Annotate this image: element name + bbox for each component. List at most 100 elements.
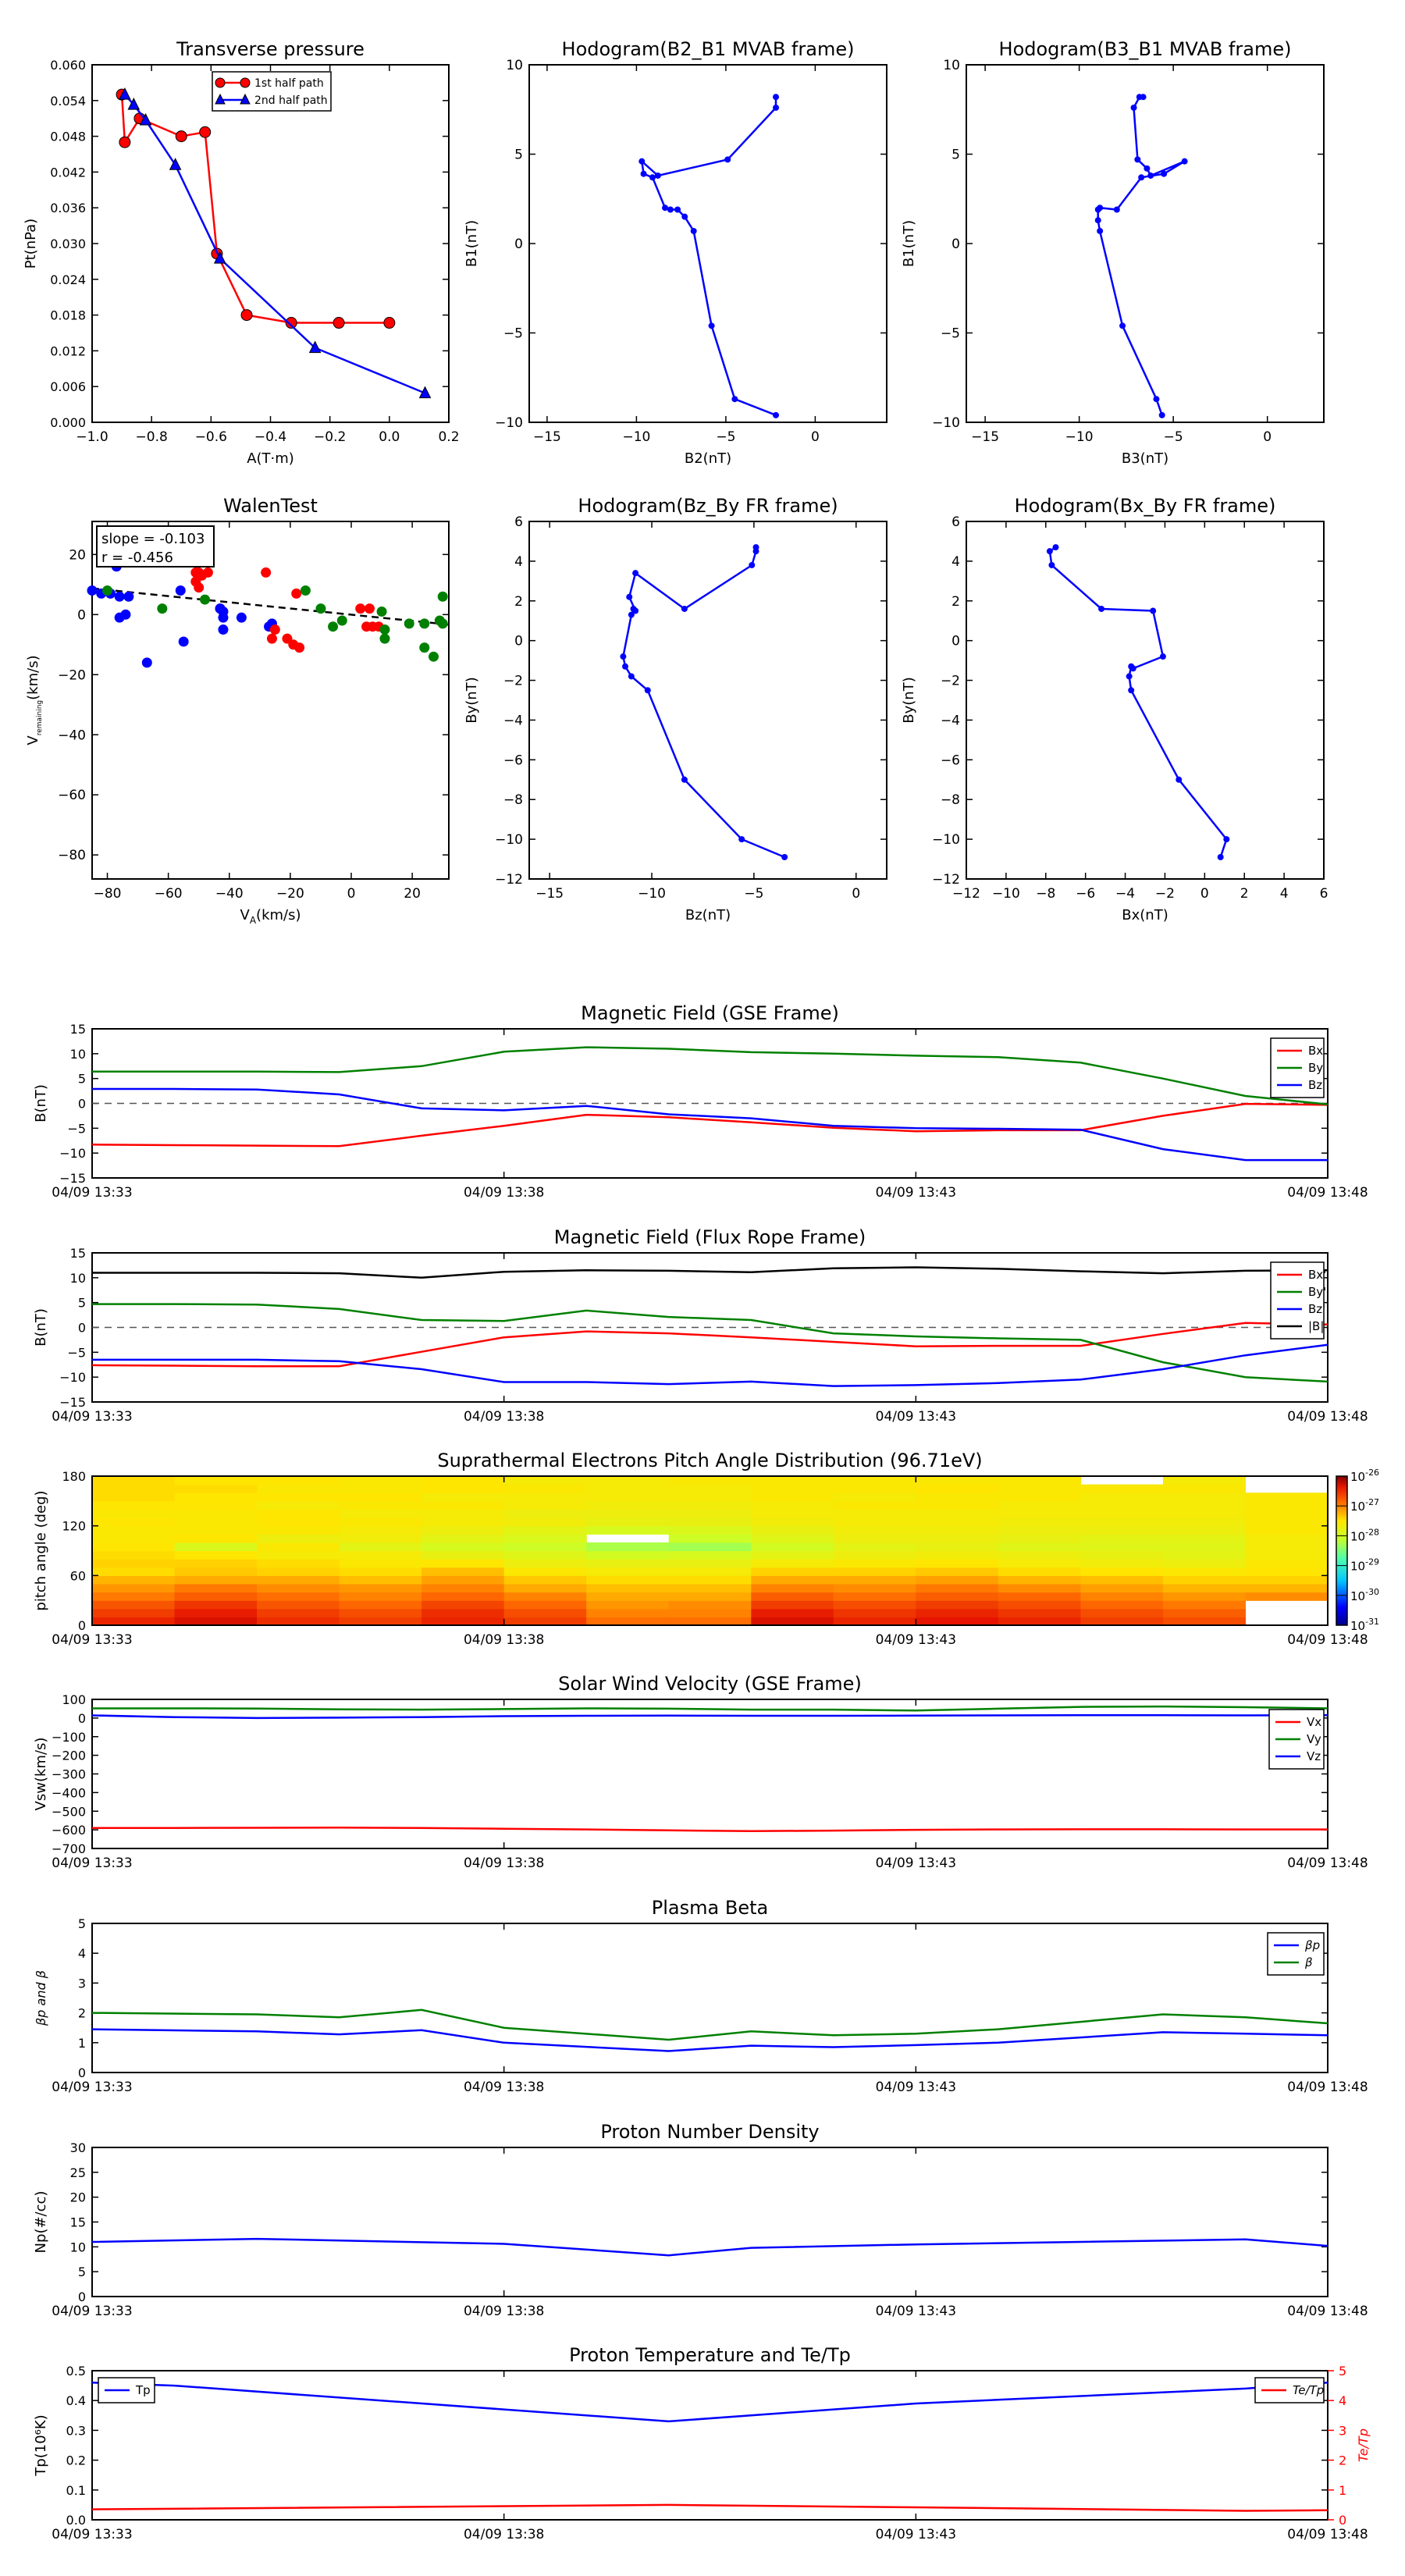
x-tick-label: 04/09 13:38 bbox=[464, 2080, 544, 2095]
plot-frame bbox=[91, 2147, 1329, 2297]
heatmap-cell bbox=[174, 1509, 258, 1518]
colorbar-label: 10-28 bbox=[1350, 1527, 1379, 1543]
heatmap-cell bbox=[668, 1509, 752, 1518]
data-point bbox=[240, 309, 253, 322]
heatmap-cell bbox=[586, 1476, 670, 1485]
heatmap-cell bbox=[1162, 1567, 1246, 1576]
y-tick-label: −600 bbox=[52, 1823, 86, 1838]
chart-h2: Hodogram(B3_B1 MVAB frame) −10 −5 0 5 10 −15 −1… bbox=[901, 38, 1325, 467]
y-tick-label: 6 bbox=[951, 514, 960, 530]
heatmap-cell bbox=[422, 1575, 505, 1585]
right-y-tick-label: 3 bbox=[1339, 2423, 1346, 2438]
heatmap-cell bbox=[833, 1500, 916, 1510]
heatmap-cell bbox=[998, 1484, 1081, 1493]
heatmap-cell bbox=[422, 1493, 505, 1502]
hodogram-point bbox=[628, 673, 635, 680]
heatmap-cell bbox=[586, 1583, 670, 1593]
legend-label: Bz bbox=[1308, 1078, 1322, 1092]
heatmap-cell bbox=[916, 1500, 999, 1510]
legend-label: Bx bbox=[1308, 1044, 1323, 1058]
heatmap-cell bbox=[1162, 1583, 1246, 1593]
heatmap-cell bbox=[92, 1600, 176, 1610]
heatmap-cell bbox=[503, 1592, 587, 1601]
series-1 bbox=[92, 1303, 1329, 1383]
heatmap-cell bbox=[92, 1476, 176, 1485]
x-tick-label: 04/09 13:38 bbox=[464, 2304, 544, 2319]
heatmap-cell bbox=[751, 1600, 834, 1610]
walen-point bbox=[175, 585, 186, 596]
heatmap-cell bbox=[339, 1567, 422, 1576]
heatmap-cell bbox=[1245, 1550, 1329, 1560]
heatmap-cell bbox=[1162, 1476, 1246, 1485]
y-tick-label: 0 bbox=[951, 237, 960, 252]
heatmap-cell bbox=[916, 1525, 999, 1535]
heatmap-cell bbox=[916, 1583, 999, 1593]
hodogram-point bbox=[1176, 776, 1183, 783]
heatmap-cell bbox=[174, 1550, 258, 1560]
series-Bx bbox=[91, 1102, 1329, 1147]
heatmap-cell bbox=[916, 1559, 999, 1568]
y-tick-label: 2 bbox=[514, 594, 523, 610]
hodogram-point bbox=[724, 156, 731, 163]
legend: Bx' By' Bz' |B| bbox=[1270, 1261, 1326, 1340]
heatmap-cell bbox=[1245, 1525, 1329, 1535]
walen-point bbox=[315, 603, 326, 614]
x-axis-label: VA(km/s) bbox=[240, 907, 301, 926]
heatmap-cell bbox=[833, 1567, 916, 1576]
heatmap-cell bbox=[1080, 1567, 1164, 1576]
x-axis-label: Bz(nT) bbox=[685, 907, 731, 923]
x-axis-label-unit: (km/s) bbox=[256, 907, 301, 923]
heatmap-cell bbox=[751, 1517, 834, 1527]
walen-point bbox=[218, 606, 229, 617]
heatmap-cell bbox=[257, 1525, 340, 1535]
legend-label: 2nd half path bbox=[254, 94, 328, 107]
heatmap-cell bbox=[92, 1500, 176, 1510]
y-axis-label: B1(nT) bbox=[901, 220, 917, 267]
heatmap-cell bbox=[751, 1493, 834, 1502]
y-tick-label: 10 bbox=[70, 2240, 86, 2254]
data-point bbox=[333, 317, 345, 329]
x-tick-label: −5 bbox=[716, 429, 735, 445]
heatmap-cell bbox=[257, 1493, 340, 1502]
legend-label: Vz bbox=[1307, 1749, 1321, 1763]
x-tick-label: 20 bbox=[404, 886, 421, 902]
heatmap-cell bbox=[668, 1583, 752, 1593]
y-tick-label: 0.018 bbox=[50, 308, 86, 323]
y-tick-label: 0.054 bbox=[50, 94, 86, 109]
y-tick-label: −8 bbox=[941, 792, 960, 808]
walen-point bbox=[200, 594, 211, 605]
heatmap-cell bbox=[503, 1608, 587, 1617]
y-tick-label: 0 bbox=[514, 237, 523, 252]
heatmap-cell bbox=[916, 1575, 999, 1585]
heatmap-cell bbox=[422, 1525, 505, 1535]
walen-point bbox=[428, 651, 439, 662]
heatmap-cell bbox=[92, 1608, 176, 1617]
heatmap-cell bbox=[1245, 1517, 1329, 1527]
hodogram-point bbox=[1097, 205, 1104, 212]
heatmap-cell bbox=[751, 1567, 834, 1576]
hodogram-point bbox=[1052, 544, 1059, 551]
heatmap-cell bbox=[92, 1517, 176, 1527]
x-tick-label: 04/09 13:38 bbox=[464, 1856, 544, 1871]
heatmap-cell bbox=[503, 1550, 587, 1560]
walen-point bbox=[218, 624, 229, 635]
y-tick-label: 0 bbox=[78, 1321, 86, 1336]
heatmap-cell bbox=[668, 1476, 752, 1485]
heatmap-cell bbox=[1245, 1559, 1329, 1568]
chart-title: WalenTest bbox=[223, 495, 318, 517]
y-axis-label: βp and β bbox=[34, 1970, 48, 2026]
y-tick-label: 10 bbox=[70, 1047, 86, 1062]
y-tick-label: 0.000 bbox=[50, 415, 86, 430]
y-tick-label: 60 bbox=[70, 1568, 86, 1583]
heatmap-cell bbox=[1245, 1575, 1329, 1585]
plot-frame bbox=[966, 64, 1325, 423]
legend-label: Vy bbox=[1307, 1732, 1321, 1746]
heatmap-cell bbox=[833, 1542, 916, 1552]
heatmap-cell bbox=[339, 1550, 422, 1560]
heatmap-cell bbox=[916, 1476, 999, 1485]
heatmap-cell bbox=[998, 1592, 1081, 1601]
x-tick-label: −0.4 bbox=[254, 429, 286, 445]
heatmap-cell bbox=[751, 1583, 834, 1593]
chart-title: Proton Number Density bbox=[600, 2121, 819, 2143]
x-tick-label: −60 bbox=[155, 886, 183, 902]
